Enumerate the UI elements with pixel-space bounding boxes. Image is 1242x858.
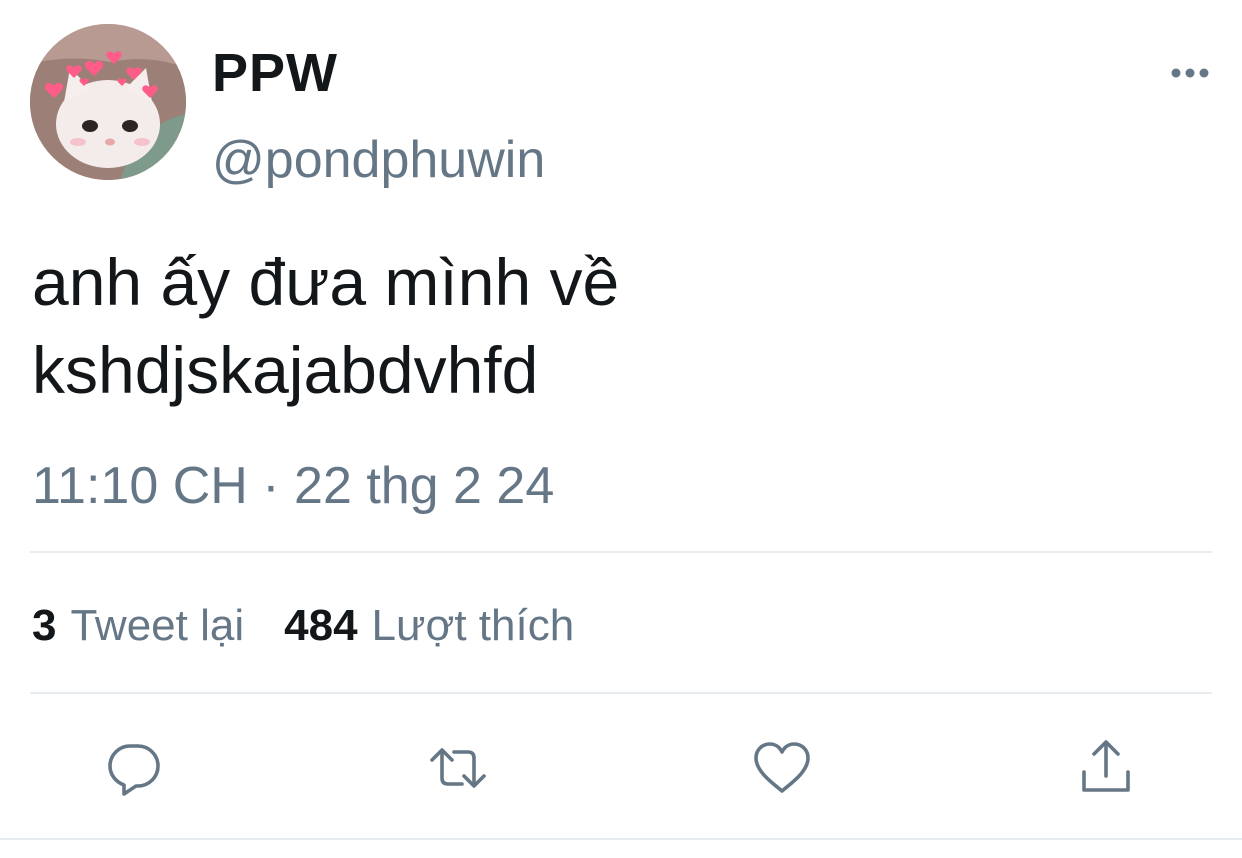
divider: [0, 838, 1242, 840]
heart-icon: [754, 742, 810, 793]
reply-icon: [108, 744, 160, 796]
avatar-image: [30, 24, 186, 180]
more-horizontal-icon: [1171, 68, 1209, 78]
tweet-timestamp[interactable]: 11:10 CH · 22 thg 2 24: [32, 455, 554, 517]
reply-button[interactable]: [104, 738, 164, 798]
divider: [30, 551, 1212, 553]
likes-count: 484: [284, 601, 358, 650]
author-display-name[interactable]: PPW: [212, 42, 338, 104]
tweet-text: anh ấy đưa mình về kshdjskajabdvhfd: [32, 245, 620, 407]
like-button[interactable]: [752, 738, 812, 798]
retweet-icon: [430, 748, 486, 788]
author-handle[interactable]: @pondphuwin: [212, 130, 545, 190]
share-button[interactable]: [1076, 738, 1136, 798]
retweets-count: 3: [32, 601, 57, 650]
avatar[interactable]: [30, 24, 186, 180]
retweets-stat[interactable]: 3 Tweet lại: [32, 598, 244, 654]
divider: [30, 692, 1212, 694]
likes-label: Lượt thích: [371, 601, 575, 650]
tweet-stats: 3 Tweet lại 484 Lượt thích: [32, 598, 574, 654]
share-icon: [1082, 740, 1130, 792]
likes-stat[interactable]: 484 Lượt thích: [284, 598, 574, 654]
more-options-button[interactable]: [1168, 58, 1212, 88]
retweets-label: Tweet lại: [70, 601, 245, 650]
retweet-button[interactable]: [428, 738, 488, 798]
